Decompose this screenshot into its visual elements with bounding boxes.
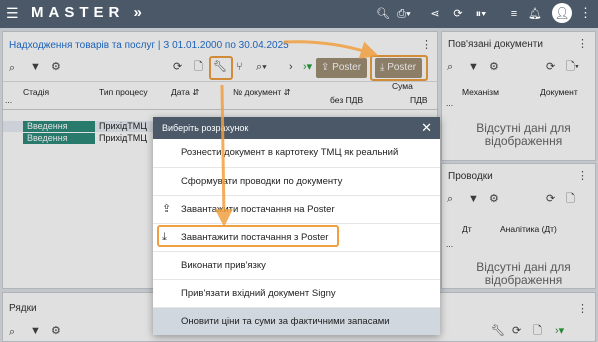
dialog-title: Виберіть розрахунок — [162, 123, 249, 133]
pause-icon[interactable]: ⏸▾ — [474, 7, 488, 21]
dialog-item-post-to-inventory-card[interactable]: Рознести документ в картотеку ТМЦ як реа… — [153, 139, 440, 166]
user-avatar-icon[interactable]: 👤︎ — [552, 3, 572, 23]
more-icon[interactable]: ⋮ — [579, 6, 592, 20]
refresh-icon[interactable]: ⟳ — [451, 7, 465, 21]
app-logo[interactable]: MASTER » — [31, 4, 147, 22]
search-icon[interactable]: 🔍︎ — [376, 7, 390, 21]
dialog-item-update-prices[interactable]: Оновити ціни та суми за фактичними запас… — [153, 307, 440, 335]
share-icon[interactable]: ⋖ — [428, 7, 442, 21]
dialog-item-perform-binding[interactable]: Виконати прив'язку — [153, 251, 440, 278]
hamburger-menu-icon[interactable]: ☰ — [6, 6, 19, 20]
close-icon[interactable]: ✕ — [421, 117, 432, 139]
dialog-header: Виберіть розрахунок ✕ — [153, 117, 440, 139]
dialog-item-bind-signy-document[interactable]: Прив'язати вхідний документ Signy — [153, 279, 440, 306]
print-icon[interactable]: ⎙▾ — [397, 7, 411, 21]
select-calculation-dialog: Виберіть розрахунок ✕ Рознести документ … — [153, 117, 440, 335]
bell-icon[interactable]: 🔔︎ — [528, 7, 542, 21]
top-bar: ☰ MASTER » 🔍︎ ⎙▾ ⋖ ⟳ ⏸▾ ≡ 🔔︎ 👤︎ ⋮ — [0, 0, 598, 28]
filter-settings-icon[interactable]: ≡ — [507, 7, 521, 21]
load-from-poster-highlight — [157, 225, 339, 247]
upload-icon: ⇪ — [162, 203, 172, 215]
dialog-item-generate-postings[interactable]: Сформувати проводки по документу — [153, 167, 440, 194]
dialog-item-upload-to-poster[interactable]: ⇪ Завантажити постачання на Poster — [153, 195, 440, 222]
